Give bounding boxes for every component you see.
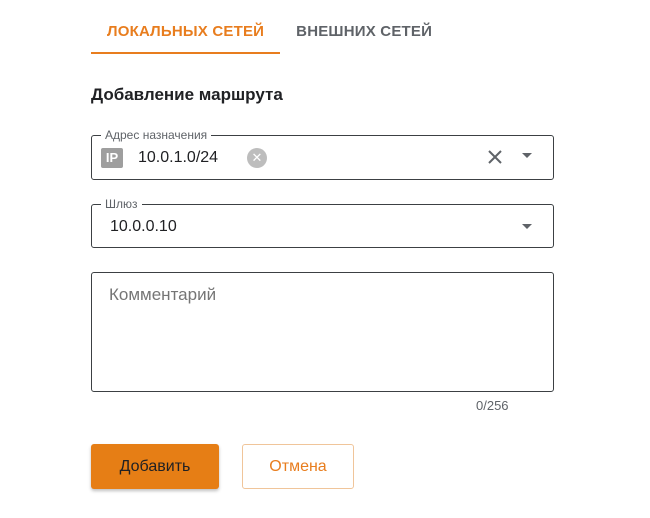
gateway-label: Шлюз <box>101 197 142 211</box>
add-button[interactable]: Добавить <box>91 444 219 489</box>
close-icon[interactable] <box>484 146 506 168</box>
arrow-drop-down-icon[interactable] <box>522 224 532 229</box>
arrow-drop-down-icon[interactable] <box>522 153 532 158</box>
gateway-field[interactable]: Шлюз 10.0.0.10 <box>91 197 554 248</box>
destination-chip-value: 10.0.1.0/24 <box>138 149 219 166</box>
tab-external-networks[interactable]: ВНЕШНИХ СЕТЕЙ <box>280 12 448 54</box>
destination-address-field[interactable]: Адрес назначения IP 10.0.1.0/24 ✕ <box>91 128 554 180</box>
tab-local-networks[interactable]: ЛОКАЛЬНЫХ СЕТЕЙ <box>91 12 281 54</box>
cancel-button[interactable]: Отмена <box>242 444 354 489</box>
network-tabs: ЛОКАЛЬНЫХ СЕТЕЙ ВНЕШНИХ СЕТЕЙ <box>91 12 448 54</box>
ip-tag-badge: IP <box>101 148 123 168</box>
comment-char-counter: 0/256 <box>476 398 509 413</box>
comment-field[interactable] <box>91 272 554 392</box>
form-title: Добавление маршрута <box>91 85 283 104</box>
gateway-value: 10.0.0.10 <box>110 218 177 235</box>
cancel-circle-icon[interactable]: ✕ <box>247 148 267 168</box>
route-form-page: ЛОКАЛЬНЫХ СЕТЕЙ ВНЕШНИХ СЕТЕЙ Добавление… <box>0 0 650 518</box>
destination-address-label: Адрес назначения <box>101 128 212 142</box>
comment-input[interactable] <box>92 273 553 391</box>
